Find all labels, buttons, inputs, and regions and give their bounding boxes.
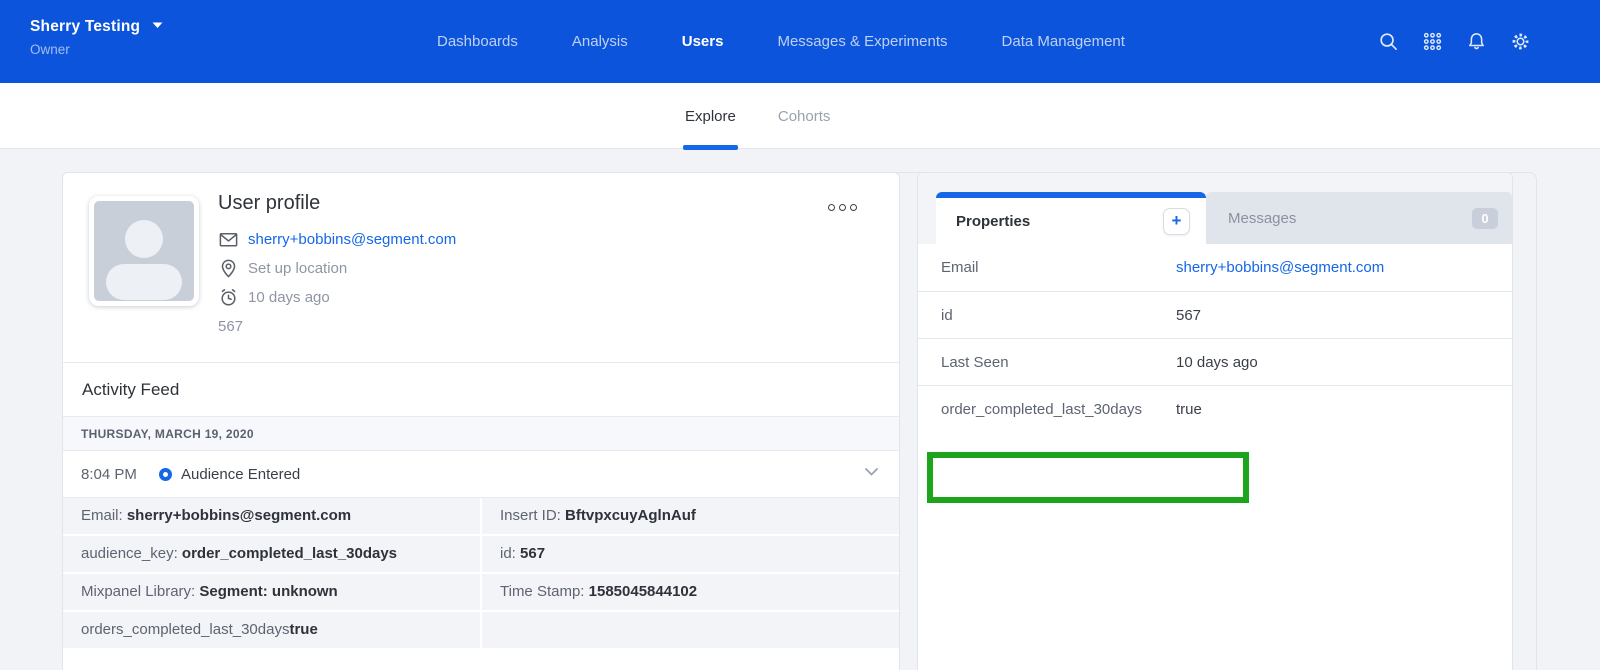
- tab-properties[interactable]: Properties +: [936, 192, 1206, 244]
- page-title: User profile: [218, 192, 456, 215]
- profile-section: User profile sherry+bobbins@segment.com …: [63, 173, 899, 362]
- main-nav-links: Dashboards Analysis Users Messages & Exp…: [437, 0, 1125, 83]
- tab-messages-label: Messages: [1228, 210, 1296, 227]
- properties-tab-header: Properties + Messages 0: [918, 173, 1512, 244]
- property-row-email: Email sherry+bobbins@segment.com: [918, 244, 1512, 291]
- property-row-id: id 567: [918, 291, 1512, 338]
- tab-explore[interactable]: Explore: [685, 83, 736, 149]
- tab-cohorts[interactable]: Cohorts: [778, 83, 831, 149]
- workspace-role: Owner: [30, 42, 163, 57]
- workspace-switcher[interactable]: Sherry Testing Owner: [30, 18, 163, 57]
- tab-explore-label: Explore: [685, 108, 736, 125]
- green-highlight-annotation: [927, 452, 1249, 503]
- activity-date-header: THURSDAY, MARCH 19, 2020: [63, 416, 899, 451]
- nav-item-users[interactable]: Users: [682, 33, 724, 50]
- property-row-order-completed: order_completed_last_30days true: [918, 385, 1512, 432]
- nav-item-dashboards[interactable]: Dashboards: [437, 33, 518, 50]
- profile-last-seen: 10 days ago: [248, 289, 330, 306]
- tab-properties-label: Properties: [956, 213, 1030, 230]
- search-icon[interactable]: [1378, 31, 1399, 52]
- event-prop-cell: Insert ID: BftvpxcuyAglnAuf: [482, 498, 899, 534]
- explore-cohorts-tab-bar: Explore Cohorts: [0, 83, 1600, 149]
- event-name: Audience Entered: [181, 466, 300, 483]
- tab-cohorts-label: Cohorts: [778, 108, 831, 125]
- property-label: Last Seen: [941, 354, 1009, 371]
- properties-table: Email sherry+bobbins@segment.com id 567 …: [918, 244, 1512, 432]
- alarm-clock-icon: [218, 287, 239, 308]
- nav-item-analysis[interactable]: Analysis: [572, 33, 628, 50]
- property-email-link[interactable]: sherry+bobbins@segment.com: [1176, 259, 1384, 276]
- property-label: order_completed_last_30days: [941, 401, 1142, 418]
- sub-tabs: Explore Cohorts: [685, 83, 830, 149]
- apps-grid-icon[interactable]: [1422, 31, 1443, 52]
- messages-count-badge: 0: [1472, 208, 1498, 229]
- event-prop-cell: audience_key: order_completed_last_30day…: [63, 536, 480, 572]
- activity-feed-header: Activity Feed: [63, 362, 899, 416]
- add-property-button[interactable]: +: [1163, 208, 1190, 235]
- chevron-down-icon: [152, 22, 163, 29]
- profile-email-link[interactable]: sherry+bobbins@segment.com: [248, 231, 456, 248]
- workspace-name: Sherry Testing: [30, 18, 140, 36]
- nav-item-messages-experiments[interactable]: Messages & Experiments: [777, 33, 947, 50]
- event-prop-cell: Email: sherry+bobbins@segment.com: [63, 498, 480, 534]
- nav-icon-group: [1378, 0, 1531, 83]
- avatar: [89, 196, 199, 306]
- more-options-icon[interactable]: [828, 204, 857, 211]
- event-prop-cell: id: 567: [482, 536, 899, 572]
- profile-location[interactable]: Set up location: [248, 260, 347, 277]
- tab-messages[interactable]: Messages 0: [1206, 192, 1512, 244]
- location-pin-icon: [218, 258, 239, 279]
- event-prop-cell: Mixpanel Library: Segment: unknown: [63, 574, 480, 610]
- event-prop-cell-empty: [482, 612, 899, 648]
- nav-item-data-management[interactable]: Data Management: [1002, 33, 1125, 50]
- property-row-last-seen: Last Seen 10 days ago: [918, 338, 1512, 385]
- bell-icon[interactable]: [1466, 31, 1487, 52]
- event-prop-cell: orders_completed_last_30daystrue: [63, 612, 480, 648]
- properties-panel-card: Properties + Messages 0 Email sherry+bob…: [917, 172, 1513, 670]
- profile-id: 567: [218, 312, 456, 341]
- property-label: Email: [941, 259, 979, 276]
- activity-feed-title: Activity Feed: [82, 380, 179, 400]
- user-profile-card: User profile sherry+bobbins@segment.com …: [62, 172, 900, 670]
- property-value: true: [1176, 401, 1202, 418]
- event-time: 8:04 PM: [81, 466, 159, 483]
- gear-icon[interactable]: [1510, 31, 1531, 52]
- event-prop-cell: Time Stamp: 1585045844102: [482, 574, 899, 610]
- property-value: 10 days ago: [1176, 354, 1258, 371]
- event-dot-icon: [159, 468, 172, 481]
- chevron-down-icon[interactable]: [865, 468, 878, 476]
- property-value: 567: [1176, 307, 1201, 324]
- activity-event-row[interactable]: 8:04 PM Audience Entered: [63, 451, 899, 497]
- event-properties-table: Email: sherry+bobbins@segment.com Insert…: [63, 497, 899, 648]
- top-nav-bar: Sherry Testing Owner Dashboards Analysis…: [0, 0, 1600, 83]
- property-label: id: [941, 307, 953, 324]
- envelope-icon: [218, 229, 239, 250]
- profile-info: User profile sherry+bobbins@segment.com …: [218, 192, 456, 341]
